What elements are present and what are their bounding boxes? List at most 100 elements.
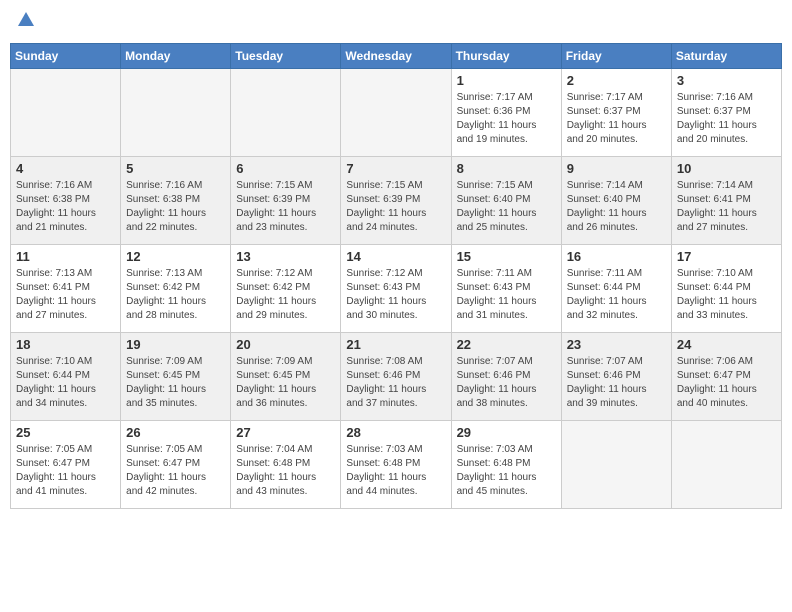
- calendar-cell: 23Sunrise: 7:07 AM Sunset: 6:46 PM Dayli…: [561, 333, 671, 421]
- day-number: 10: [677, 161, 776, 176]
- calendar-cell: 9Sunrise: 7:14 AM Sunset: 6:40 PM Daylig…: [561, 157, 671, 245]
- day-info: Sunrise: 7:14 AM Sunset: 6:41 PM Dayligh…: [677, 179, 776, 235]
- day-number: 16: [567, 249, 666, 264]
- calendar-cell: 17 Sunrise: 7:10 AM Sunset: 6:44 PM Dayli…: [671, 245, 781, 333]
- day-info: Sunrise: 7:14 AM Sunset: 6:40 PM Dayligh…: [567, 179, 666, 235]
- calendar-cell: 4 Sunrise: 7:16 AM Sunset: 6:38 PM Daylig…: [11, 157, 121, 245]
- day-number: 15: [457, 249, 556, 264]
- day-info: Sunrise: 7:16 AM Sunset: 6:37 PM Dayligh…: [677, 91, 776, 147]
- day-number: 28: [346, 425, 445, 440]
- calendar-cell: 11 Sunrise: 7:13 AM Sunset: 6:41 PM Dayli…: [11, 245, 121, 333]
- calendar-week-row: 1 Sunrise: 7:17 AM Sunset: 6:36 PM Daylig…: [11, 69, 782, 157]
- calendar-cell: 18 Sunrise: 7:10 AM Sunset: 6:44 PM Dayli…: [11, 333, 121, 421]
- calendar-cell: 27 Sunrise: 7:04 AM Sunset: 6:48 PM Dayli…: [231, 421, 341, 509]
- calendar-cell: 13 Sunrise: 7:12 AM Sunset: 6:42 PM Dayli…: [231, 245, 341, 333]
- header-tuesday: Tuesday: [231, 44, 341, 69]
- day-info: Sunrise: 7:17 AM Sunset: 6:36 PM Dayligh…: [457, 91, 556, 147]
- calendar-week-row: 18 Sunrise: 7:10 AM Sunset: 6:44 PM Dayli…: [11, 333, 782, 421]
- calendar-week-row: 25 Sunrise: 7:05 AM Sunset: 6:47 PM Dayli…: [11, 421, 782, 509]
- day-info: Sunrise: 7:13 AM Sunset: 6:41 PM Dayligh…: [16, 267, 115, 323]
- calendar-cell: [561, 421, 671, 509]
- day-number: 6: [236, 161, 335, 176]
- calendar-cell: [121, 69, 231, 157]
- calendar-cell: 10 Sunrise: 7:14 AM Sunset: 6:41 PM Dayli…: [671, 157, 781, 245]
- day-info: Sunrise: 7:11 AM Sunset: 6:44 PM Dayligh…: [567, 267, 666, 323]
- calendar-table: SundayMondayTuesdayWednesdayThursdayFrid…: [10, 43, 782, 509]
- day-info: Sunrise: 7:10 AM Sunset: 6:44 PM Dayligh…: [16, 355, 115, 411]
- day-info: Sunrise: 7:15 AM Sunset: 6:39 PM Dayligh…: [346, 179, 445, 235]
- day-info: Sunrise: 7:12 AM Sunset: 6:42 PM Dayligh…: [236, 267, 335, 323]
- day-number: 25: [16, 425, 115, 440]
- day-number: 24: [677, 337, 776, 352]
- calendar-cell: [341, 69, 451, 157]
- day-info: Sunrise: 7:13 AM Sunset: 6:42 PM Dayligh…: [126, 267, 225, 323]
- day-number: 17: [677, 249, 776, 264]
- day-number: 26: [126, 425, 225, 440]
- day-info: Sunrise: 7:09 AM Sunset: 6:45 PM Dayligh…: [126, 355, 225, 411]
- day-number: 19: [126, 337, 225, 352]
- header-wednesday: Wednesday: [341, 44, 451, 69]
- calendar-cell: 8 Sunrise: 7:15 AM Sunset: 6:40 PM Daylig…: [451, 157, 561, 245]
- header-friday: Friday: [561, 44, 671, 69]
- day-info: Sunrise: 7:17 AM Sunset: 6:37 PM Dayligh…: [567, 91, 666, 147]
- day-info: Sunrise: 7:12 AM Sunset: 6:43 PM Dayligh…: [346, 267, 445, 323]
- day-info: Sunrise: 7:16 AM Sunset: 6:38 PM Dayligh…: [126, 179, 225, 235]
- calendar-cell: 3 Sunrise: 7:16 AM Sunset: 6:37 PM Daylig…: [671, 69, 781, 157]
- day-number: 11: [16, 249, 115, 264]
- day-number: 8: [457, 161, 556, 176]
- day-number: 7: [346, 161, 445, 176]
- day-info: Sunrise: 7:16 AM Sunset: 6:38 PM Dayligh…: [16, 179, 115, 235]
- calendar-cell: 21Sunrise: 7:08 AM Sunset: 6:46 PM Dayli…: [341, 333, 451, 421]
- day-number: 2: [567, 73, 666, 88]
- logo-text: [14, 10, 36, 35]
- day-info: Sunrise: 7:11 AM Sunset: 6:43 PM Dayligh…: [457, 267, 556, 323]
- calendar-cell: 7 Sunrise: 7:15 AM Sunset: 6:39 PM Daylig…: [341, 157, 451, 245]
- day-number: 3: [677, 73, 776, 88]
- day-number: 5: [126, 161, 225, 176]
- header-monday: Monday: [121, 44, 231, 69]
- calendar-cell: 26 Sunrise: 7:05 AM Sunset: 6:47 PM Dayli…: [121, 421, 231, 509]
- day-info: Sunrise: 7:09 AM Sunset: 6:45 PM Dayligh…: [236, 355, 335, 411]
- calendar-cell: 15 Sunrise: 7:11 AM Sunset: 6:43 PM Dayli…: [451, 245, 561, 333]
- day-number: 22: [457, 337, 556, 352]
- day-info: Sunrise: 7:08 AM Sunset: 6:46 PM Dayligh…: [346, 355, 445, 411]
- day-number: 14: [346, 249, 445, 264]
- day-number: 20: [236, 337, 335, 352]
- calendar-cell: 20 Sunrise: 7:09 AM Sunset: 6:45 PM Dayli…: [231, 333, 341, 421]
- calendar-cell: 1 Sunrise: 7:17 AM Sunset: 6:36 PM Daylig…: [451, 69, 561, 157]
- day-info: Sunrise: 7:15 AM Sunset: 6:40 PM Dayligh…: [457, 179, 556, 235]
- calendar-cell: 16 Sunrise: 7:11 AM Sunset: 6:44 PM Dayli…: [561, 245, 671, 333]
- day-info: Sunrise: 7:04 AM Sunset: 6:48 PM Dayligh…: [236, 443, 335, 499]
- calendar-cell: 19 Sunrise: 7:09 AM Sunset: 6:45 PM Dayli…: [121, 333, 231, 421]
- calendar-week-row: 4 Sunrise: 7:16 AM Sunset: 6:38 PM Daylig…: [11, 157, 782, 245]
- day-number: 27: [236, 425, 335, 440]
- calendar-cell: [11, 69, 121, 157]
- day-number: 12: [126, 249, 225, 264]
- day-number: 13: [236, 249, 335, 264]
- calendar-cell: 29Sunrise: 7:03 AM Sunset: 6:48 PM Dayli…: [451, 421, 561, 509]
- calendar-cell: [671, 421, 781, 509]
- day-info: Sunrise: 7:15 AM Sunset: 6:39 PM Dayligh…: [236, 179, 335, 235]
- day-number: 4: [16, 161, 115, 176]
- day-number: 1: [457, 73, 556, 88]
- calendar-cell: 12 Sunrise: 7:13 AM Sunset: 6:42 PM Dayli…: [121, 245, 231, 333]
- day-number: 18: [16, 337, 115, 352]
- logo: [14, 10, 36, 35]
- header: [10, 10, 782, 35]
- calendar-cell: 25 Sunrise: 7:05 AM Sunset: 6:47 PM Dayli…: [11, 421, 121, 509]
- day-info: Sunrise: 7:03 AM Sunset: 6:48 PM Dayligh…: [346, 443, 445, 499]
- calendar-cell: 28 Sunrise: 7:03 AM Sunset: 6:48 PM Dayli…: [341, 421, 451, 509]
- header-thursday: Thursday: [451, 44, 561, 69]
- calendar-week-row: 11 Sunrise: 7:13 AM Sunset: 6:41 PM Dayli…: [11, 245, 782, 333]
- day-info: Sunrise: 7:10 AM Sunset: 6:44 PM Dayligh…: [677, 267, 776, 323]
- calendar-cell: [231, 69, 341, 157]
- calendar-cell: 5 Sunrise: 7:16 AM Sunset: 6:38 PM Daylig…: [121, 157, 231, 245]
- header-sunday: Sunday: [11, 44, 121, 69]
- calendar-cell: 22Sunrise: 7:07 AM Sunset: 6:46 PM Dayli…: [451, 333, 561, 421]
- day-info: Sunrise: 7:03 AM Sunset: 6:48 PM Dayligh…: [457, 443, 556, 499]
- day-info: Sunrise: 7:05 AM Sunset: 6:47 PM Dayligh…: [126, 443, 225, 499]
- day-info: Sunrise: 7:06 AM Sunset: 6:47 PM Dayligh…: [677, 355, 776, 411]
- day-number: 23: [567, 337, 666, 352]
- calendar-cell: 14 Sunrise: 7:12 AM Sunset: 6:43 PM Dayli…: [341, 245, 451, 333]
- day-info: Sunrise: 7:05 AM Sunset: 6:47 PM Dayligh…: [16, 443, 115, 499]
